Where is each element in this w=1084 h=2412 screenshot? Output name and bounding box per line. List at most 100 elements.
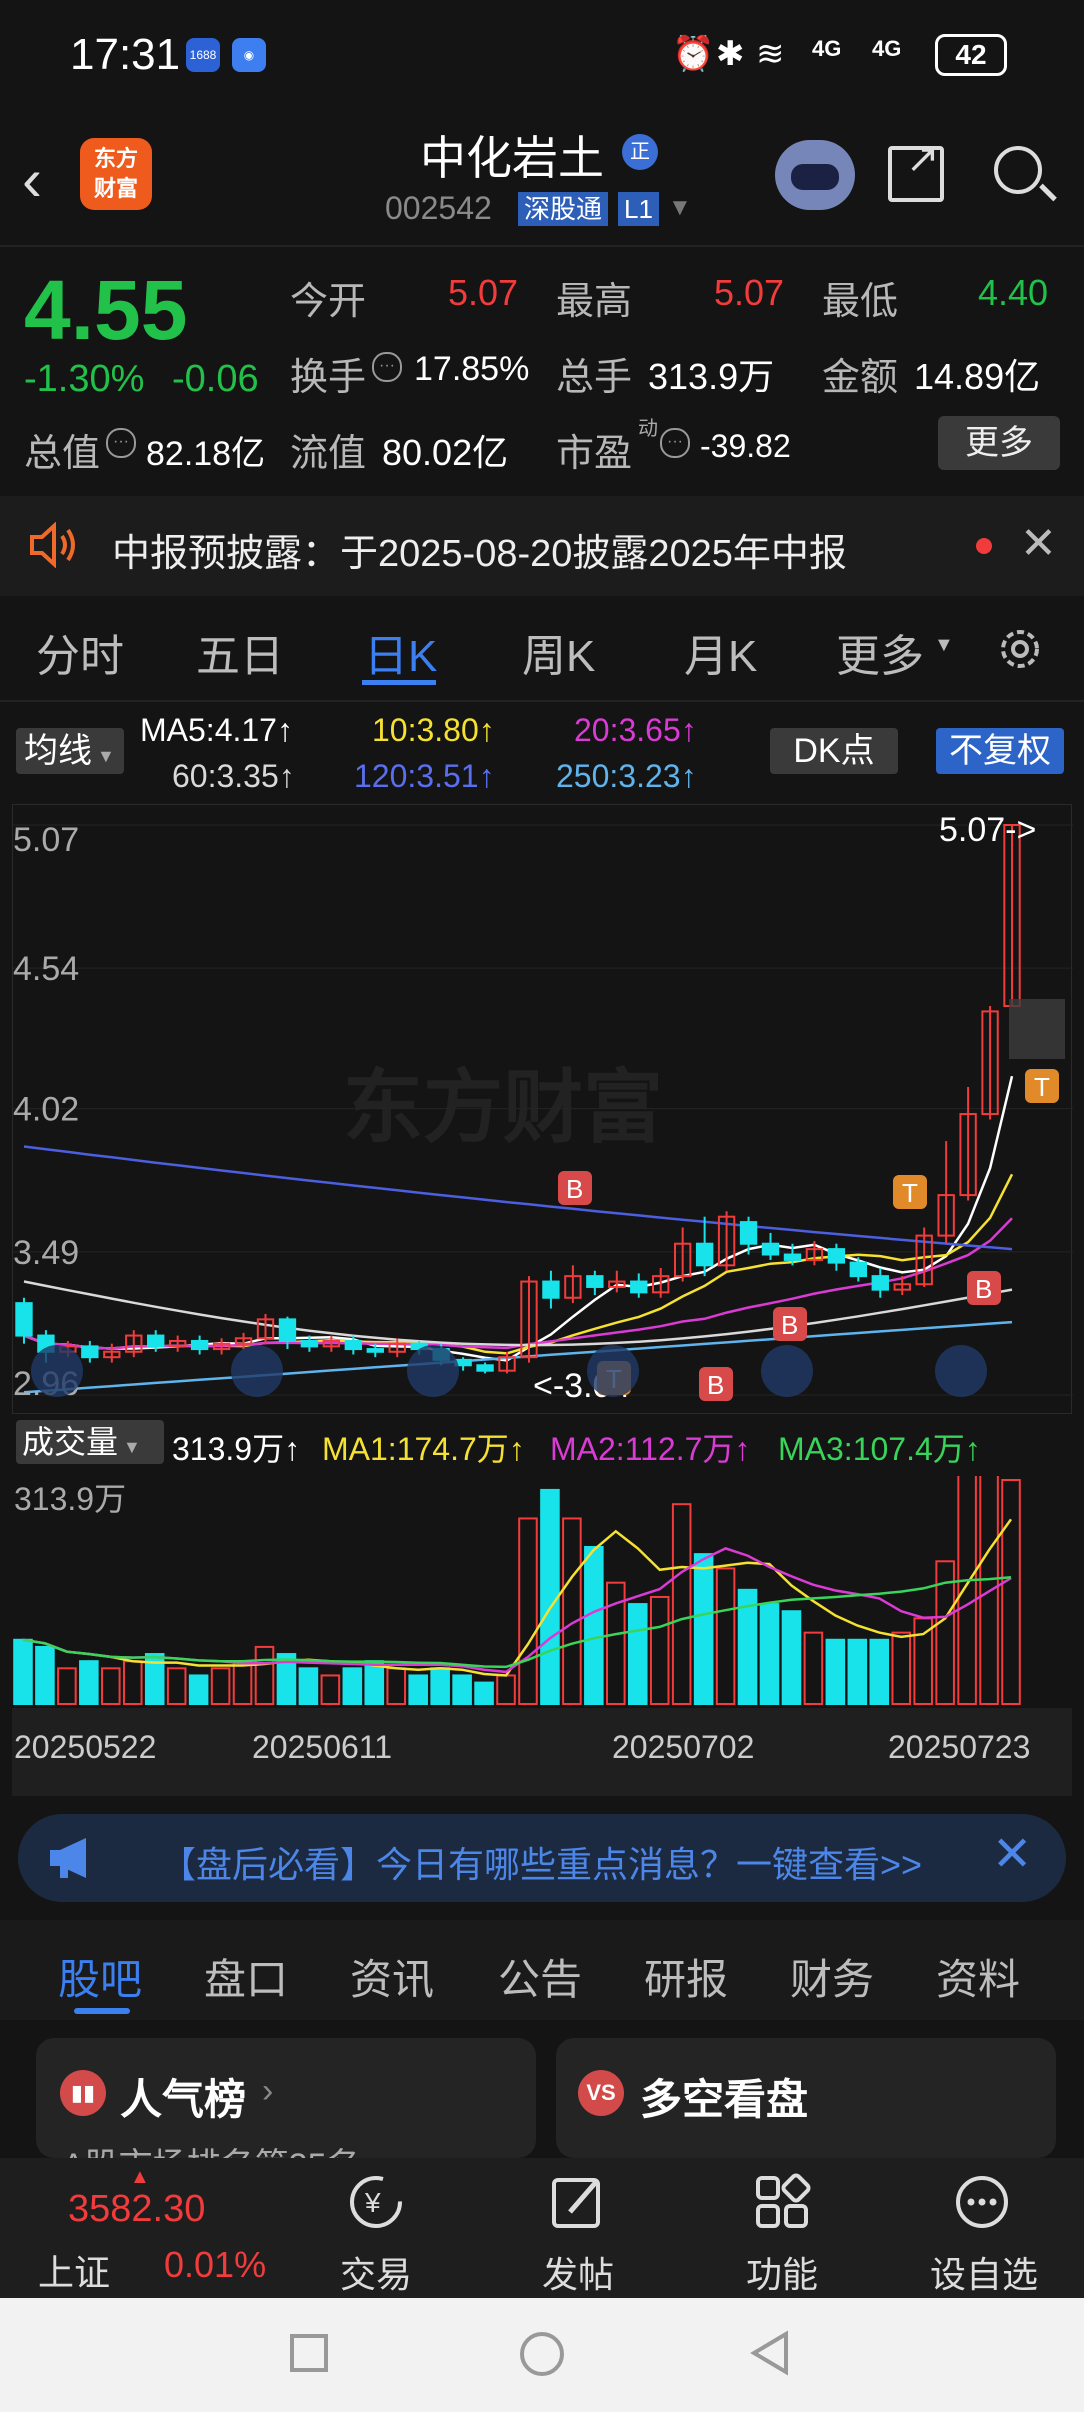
tab-announcements[interactable]: 公告: [498, 1946, 582, 2007]
kline-svg[interactable]: 东方财富 5.074.544.023.492.96 5.07-> <-3.04 …: [13, 805, 1073, 1415]
ma120-value: 120:3.51↑: [354, 758, 495, 794]
volume-bar: [35, 1645, 55, 1706]
kline-chart[interactable]: 东方财富 5.074.544.023.492.96 5.07-> <-3.04 …: [12, 804, 1073, 1415]
nav-set-watchlist[interactable]: 设自选: [930, 2246, 1038, 2298]
vs-icon: VS: [578, 2070, 624, 2116]
date-label: 20250522: [14, 1729, 156, 1765]
ma20-value: 20:3.65↑: [574, 712, 697, 748]
info-icon[interactable]: ···: [372, 352, 402, 382]
dk-point-button[interactable]: DK点: [770, 728, 898, 774]
adjust-mode-button[interactable]: 不复权: [936, 728, 1064, 774]
home-icon[interactable]: [520, 2332, 564, 2376]
svg-text:T: T: [902, 1178, 918, 1208]
info-icon[interactable]: ···: [106, 428, 136, 458]
candle-body: [15, 1302, 33, 1337]
post-icon[interactable]: [548, 2172, 608, 2232]
recent-apps-icon[interactable]: [290, 2334, 328, 2372]
index-change[interactable]: 0.01%: [164, 2244, 266, 2286]
banner-text[interactable]: 【盘后必看】今日有哪些重点消息？一键查看>>: [160, 1836, 922, 1888]
tab-more[interactable]: 更多: [836, 620, 924, 684]
y-axis-label: 4.54: [13, 950, 79, 988]
tab-research[interactable]: 研报: [644, 1946, 728, 2007]
svg-text:B: B: [781, 1310, 798, 1340]
info-icon[interactable]: ···: [660, 428, 690, 458]
fullscreen-icon[interactable]: [935, 1345, 987, 1397]
volume-bar: [847, 1638, 868, 1705]
divider: [0, 700, 1084, 702]
total-mv-value: 82.18亿: [146, 435, 266, 473]
candle-body: [761, 1242, 780, 1256]
back-nav-icon[interactable]: [748, 2330, 790, 2376]
volume-selector-button[interactable]: 成交量 ▼: [16, 1420, 164, 1464]
tab-order-book[interactable]: 盘口: [204, 1946, 288, 2007]
volume-bar: [342, 1667, 363, 1705]
search-icon[interactable]: [994, 146, 1042, 194]
chevron-down-icon[interactable]: ▼: [668, 194, 692, 222]
volume-svg[interactable]: 313.9万 20250522 20250611 20250702 202507…: [12, 1476, 1072, 1796]
svg-text:B: B: [566, 1174, 583, 1204]
signal-icon: 4G: [872, 36, 902, 61]
functions-icon[interactable]: [752, 2172, 812, 2232]
zoom-in-icon[interactable]: [407, 1345, 459, 1397]
close-icon[interactable]: ✕: [992, 1826, 1032, 1882]
nav-post[interactable]: 发帖: [542, 2246, 614, 2298]
notice-text[interactable]: 中报预披露：于2025-08-20披露2025年中报: [112, 522, 847, 577]
ma20-line: [23, 1217, 1013, 1350]
tab-daily-k[interactable]: 日K: [364, 620, 437, 684]
more-button[interactable]: 更多: [938, 416, 1060, 470]
watermark: 东方财富: [343, 1063, 663, 1152]
more-options-icon[interactable]: [952, 2172, 1012, 2232]
tab-monthly-k[interactable]: 月K: [684, 620, 757, 684]
status-bar: 17:31 1688 ◉ ⏰ ✱ ≋ 4G 4G 42: [0, 0, 1084, 110]
share-icon[interactable]: [888, 136, 944, 202]
pe-label: 市盈: [556, 433, 633, 475]
volume-chart[interactable]: 313.9万 20250522 20250611 20250702 202507…: [12, 1476, 1072, 1796]
level-tag: L1: [618, 192, 659, 226]
reset-icon[interactable]: [587, 1345, 639, 1397]
tab-financials[interactable]: 财务: [790, 1946, 874, 2007]
candle-body: [783, 1253, 802, 1261]
candle-body: [147, 1334, 165, 1348]
scroll-left-icon[interactable]: [31, 1345, 83, 1397]
gear-icon[interactable]: [995, 624, 1045, 674]
volume-bar: [825, 1638, 846, 1705]
ai-assistant-icon[interactable]: [775, 140, 855, 210]
chevron-right-icon: ›: [262, 2072, 274, 2110]
active-tab-indicator: [74, 2008, 130, 2014]
back-icon[interactable]: ‹: [22, 145, 42, 214]
high-marker: 5.07->: [939, 811, 1036, 849]
tab-weekly-k[interactable]: 周K: [522, 620, 595, 684]
tab-five-day[interactable]: 五日: [196, 620, 284, 684]
close-icon[interactable]: ✕: [1020, 518, 1057, 569]
divider: [0, 245, 1084, 247]
volume-bar: [79, 1660, 99, 1706]
volume-bar: [474, 1681, 494, 1705]
nav-trade[interactable]: 交易: [340, 2246, 412, 2298]
tab-intraday[interactable]: 分时: [36, 620, 124, 684]
total-mv-label: 总值: [24, 433, 101, 475]
card-title: 多空看盘: [640, 2076, 809, 2123]
tab-profile[interactable]: 资料: [936, 1946, 1020, 2007]
ma-selector-label: 均线: [24, 732, 92, 770]
turnover-label: 换手: [290, 357, 367, 399]
tab-news[interactable]: 资讯: [350, 1946, 434, 2007]
low-label: 最低: [822, 281, 899, 323]
connect-tag: 深股通: [518, 192, 609, 226]
index-name[interactable]: 上证: [38, 2244, 110, 2296]
candle-body: [542, 1280, 560, 1299]
volume-bar: [869, 1638, 890, 1705]
buy-marker: B: [967, 1271, 1001, 1305]
app-notification-icon: ◉: [232, 38, 266, 72]
nav-functions[interactable]: 功能: [746, 2246, 818, 2298]
candle-body: [586, 1275, 604, 1288]
trade-icon[interactable]: ¥: [346, 2172, 406, 2232]
ma-selector-button[interactable]: 均线 ▼: [16, 728, 124, 774]
app-notification-icon: 1688: [186, 38, 220, 72]
scroll-right-icon[interactable]: [761, 1345, 813, 1397]
zoom-out-icon[interactable]: [231, 1345, 283, 1397]
volume-value: 313.9万↑: [172, 1431, 301, 1467]
ma60-line: [23, 1280, 1013, 1347]
low-value: 4.40: [978, 272, 1049, 313]
tab-guba[interactable]: 股吧: [58, 1946, 142, 2007]
index-value[interactable]: 3582.30: [68, 2188, 205, 2231]
